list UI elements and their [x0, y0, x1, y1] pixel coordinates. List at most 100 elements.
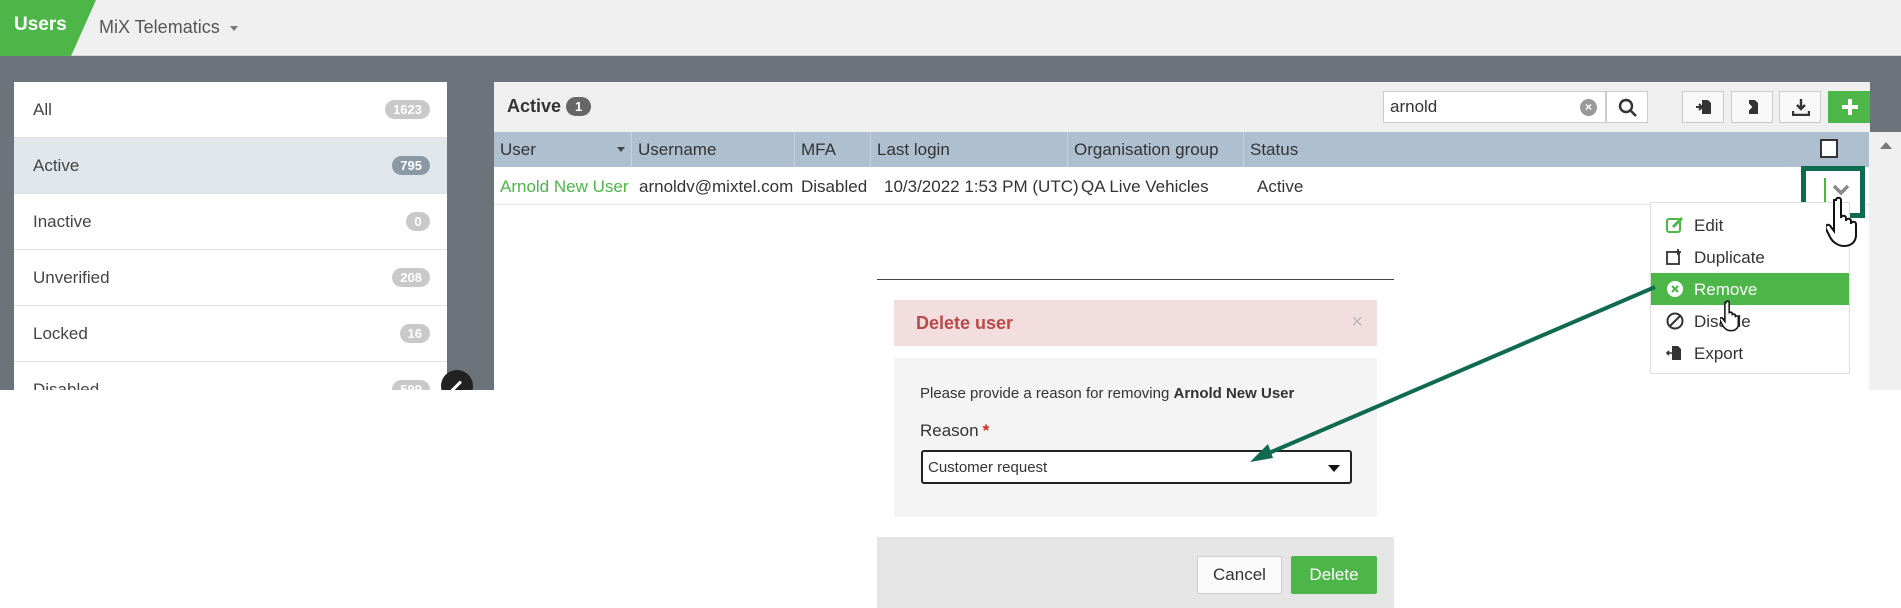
scrollbar[interactable] — [1869, 132, 1901, 390]
sort-caret-icon[interactable] — [617, 147, 625, 152]
sidebar-item-count: 795 — [392, 156, 430, 175]
page-title: Active — [507, 96, 562, 116]
sidebar-item-locked[interactable]: Locked 16 — [14, 306, 447, 362]
export-icon — [1745, 100, 1758, 114]
menu-item-label: Edit — [1694, 216, 1724, 235]
delete-button[interactable]: Delete — [1291, 556, 1377, 594]
menu-item-disable[interactable]: Disable — [1651, 305, 1849, 337]
cancel-button[interactable]: Cancel — [1197, 556, 1282, 594]
remove-icon — [1667, 281, 1683, 297]
module-tab-label: Users — [14, 14, 67, 35]
sidebar-item-label: All — [33, 100, 52, 119]
module-tab-users[interactable]: Users — [0, 0, 96, 56]
menu-item-remove[interactable]: Remove — [1651, 273, 1849, 305]
organisation-name: MiX Telematics — [99, 17, 220, 37]
collapse-sidebar-handle[interactable] — [441, 370, 473, 390]
user-filter-sidebar: All 1623 Active 795 Inactive 0 Unverifie… — [14, 82, 447, 390]
clear-search-icon[interactable]: × — [1580, 99, 1597, 116]
download-button[interactable] — [1779, 91, 1821, 123]
column-header-mfa[interactable]: MFA — [795, 132, 871, 167]
cell-organisation-group: QA Live Vehicles — [1081, 177, 1209, 196]
duplicate-icon — [1666, 249, 1681, 265]
sidebar-item-label: Active — [33, 156, 80, 175]
top-bar: Users MiX Telematics — [0, 0, 1901, 56]
grid-toolbar: Active 1 × — [494, 82, 1870, 132]
download-icon — [1792, 99, 1810, 116]
sidebar-item-label: Locked — [33, 324, 88, 343]
screenshot-stage: Users MiX Telematics All 1623 Active 795… — [0, 0, 1901, 608]
sidebar-item-all[interactable]: All 1623 — [14, 82, 447, 138]
required-marker: * — [982, 421, 990, 440]
reason-label: Reason * — [920, 421, 989, 441]
reason-label-text: Reason — [920, 421, 979, 440]
menu-item-export[interactable]: Export — [1651, 337, 1849, 369]
column-header-label: MFA — [801, 140, 836, 159]
menu-item-edit[interactable]: Edit — [1651, 209, 1849, 241]
column-header-label: Status — [1250, 140, 1299, 159]
cell-status: Active — [1257, 177, 1304, 196]
column-header-username[interactable]: Username — [632, 132, 795, 167]
column-header-organisation-group[interactable]: Organisation group — [1068, 132, 1244, 167]
export-icon — [1666, 346, 1681, 360]
search-button[interactable] — [1606, 91, 1648, 123]
column-header-user[interactable]: User — [494, 132, 632, 167]
column-header-label: Organisation group — [1074, 140, 1219, 159]
dialog-title: Delete user — [916, 313, 1014, 333]
dialog-message: Please provide a reason for removing Arn… — [920, 385, 1294, 402]
chevron-down-icon — [1832, 184, 1850, 196]
column-header-label: User — [500, 140, 536, 159]
result-count-badge: 1 — [566, 97, 592, 116]
menu-item-duplicate[interactable]: Duplicate — [1651, 241, 1849, 273]
sidebar-item-label: Inactive — [33, 212, 92, 231]
sidebar-item-count: 208 — [392, 268, 430, 287]
dropdown-caret-icon — [1328, 465, 1340, 472]
dialog-header: Delete user × — [894, 300, 1377, 346]
chevron-down-icon — [229, 25, 238, 31]
table-row[interactable]: Arnold New User arnoldv@mixtel.com Disab… — [494, 167, 1870, 205]
sidebar-item-unverified[interactable]: Unverified 208 — [14, 250, 447, 306]
dialog-message-user: Arnold New User — [1173, 385, 1295, 402]
column-header-status[interactable]: Status — [1244, 132, 1870, 167]
plus-icon — [1842, 99, 1858, 115]
dialog-body: Please provide a reason for removing Arn… — [894, 358, 1377, 517]
import-icon — [1696, 100, 1711, 114]
dialog-footer: Cancel Delete — [877, 537, 1394, 608]
export-users-button[interactable] — [1731, 91, 1773, 123]
dialog-message-text: Please provide a reason for removing — [920, 385, 1174, 402]
cell-last-login: 10/3/2022 1:53 PM (UTC) — [884, 177, 1079, 196]
sidebar-item-active[interactable]: Active 795 — [14, 138, 447, 194]
organisation-selector[interactable]: MiX Telematics — [99, 17, 238, 38]
row-actions-menu: Edit Duplicate Remove Disable Export — [1650, 202, 1850, 374]
search-box: × — [1383, 91, 1606, 123]
reason-selected-value: Customer request — [928, 459, 1048, 476]
sidebar-item-inactive[interactable]: Inactive 0 — [14, 194, 447, 250]
column-header-last-login[interactable]: Last login — [871, 132, 1068, 167]
edit-icon — [1666, 216, 1684, 233]
sidebar-item-label: Unverified — [33, 268, 110, 287]
table-header: User Username MFA Last login Organisatio… — [494, 132, 1870, 167]
reason-select[interactable]: Customer request — [921, 450, 1352, 484]
cell-username: arnoldv@mixtel.com — [639, 177, 794, 196]
sidebar-item-disabled[interactable]: Disabled 599 — [14, 362, 447, 390]
delete-user-dialog: Delete user × Please provide a reason fo… — [877, 279, 1394, 608]
add-user-button[interactable] — [1828, 91, 1870, 123]
menu-item-label: Export — [1694, 344, 1744, 363]
sidebar-item-count: 599 — [392, 380, 430, 390]
pencil-icon — [449, 380, 463, 390]
menu-item-label: Remove — [1694, 280, 1758, 299]
column-header-label: Last login — [877, 140, 950, 159]
column-header-label: Username — [638, 140, 717, 159]
hand-cursor-icon — [1720, 300, 1740, 332]
user-name-link[interactable]: Arnold New User — [500, 177, 629, 197]
search-icon — [1618, 98, 1637, 117]
sidebar-item-label: Disabled — [33, 380, 100, 390]
column-chooser-icon[interactable] — [1820, 139, 1838, 158]
scroll-up-arrow-icon[interactable] — [1880, 142, 1892, 149]
disable-icon — [1666, 312, 1684, 330]
sidebar-item-count: 16 — [399, 324, 430, 343]
import-users-button[interactable] — [1682, 91, 1724, 123]
search-input[interactable] — [1390, 97, 1570, 117]
close-icon[interactable]: × — [1351, 311, 1363, 334]
hand-cursor-icon — [1826, 196, 1857, 248]
cell-mfa: Disabled — [801, 177, 868, 196]
